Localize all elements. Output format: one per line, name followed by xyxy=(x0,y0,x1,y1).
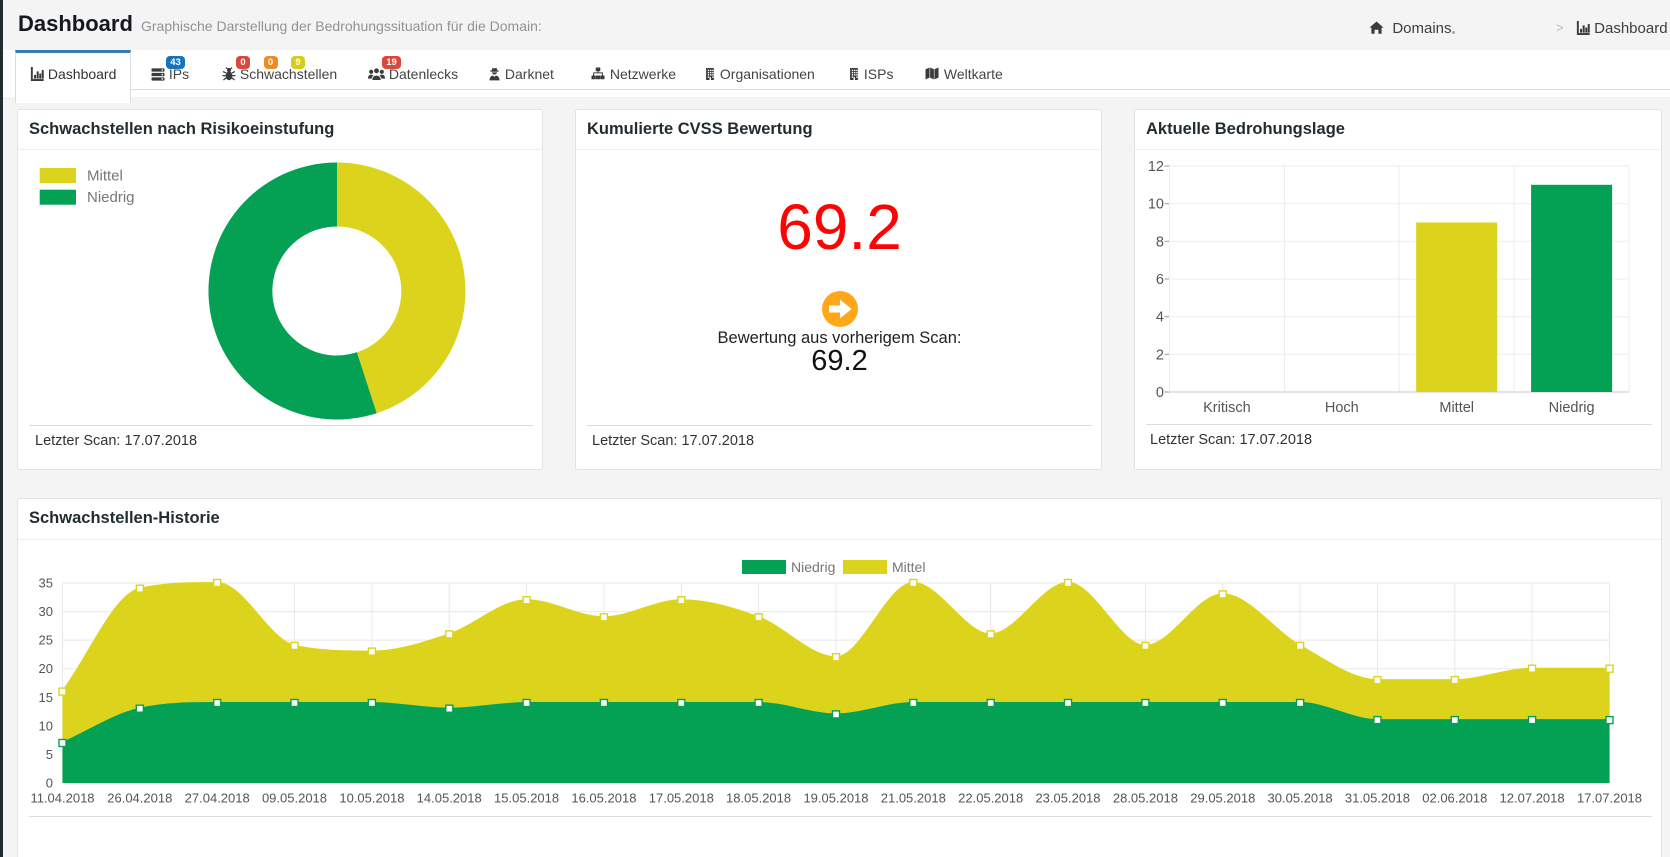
svg-text:Niedrig: Niedrig xyxy=(791,559,835,575)
svg-text:11.04.2018: 11.04.2018 xyxy=(30,791,94,806)
svg-text:12: 12 xyxy=(1148,159,1164,175)
svg-text:26.04.2018: 26.04.2018 xyxy=(107,791,172,806)
svg-text:10.05.2018: 10.05.2018 xyxy=(339,791,404,806)
svg-text:17.05.2018: 17.05.2018 xyxy=(649,791,714,806)
svg-text:Mittel: Mittel xyxy=(892,559,925,575)
svg-text:12.07.2018: 12.07.2018 xyxy=(1500,791,1565,806)
svg-text:Mittel: Mittel xyxy=(87,168,123,185)
svg-text:25: 25 xyxy=(39,633,53,648)
svg-text:35: 35 xyxy=(39,576,53,591)
svg-text:14.05.2018: 14.05.2018 xyxy=(417,791,482,806)
svg-text:20: 20 xyxy=(39,661,53,676)
svg-text:4: 4 xyxy=(1156,310,1164,326)
svg-text:18.05.2018: 18.05.2018 xyxy=(726,791,791,806)
svg-text:09.05.2018: 09.05.2018 xyxy=(262,791,327,806)
svg-text:2: 2 xyxy=(1156,347,1164,363)
svg-text:17.07.2018: 17.07.2018 xyxy=(1577,791,1642,806)
svg-text:5: 5 xyxy=(46,747,53,762)
svg-text:15.05.2018: 15.05.2018 xyxy=(494,791,559,806)
svg-text:15: 15 xyxy=(39,690,53,705)
svg-text:02.06.2018: 02.06.2018 xyxy=(1422,791,1487,806)
svg-text:Niedrig: Niedrig xyxy=(87,189,135,206)
svg-text:Niedrig: Niedrig xyxy=(1549,400,1595,416)
svg-text:Hoch: Hoch xyxy=(1325,400,1359,416)
svg-text:21.05.2018: 21.05.2018 xyxy=(881,791,946,806)
svg-text:31.05.2018: 31.05.2018 xyxy=(1345,791,1410,806)
svg-text:30.05.2018: 30.05.2018 xyxy=(1268,791,1333,806)
svg-text:30: 30 xyxy=(39,604,53,619)
svg-text:27.04.2018: 27.04.2018 xyxy=(185,791,250,806)
svg-text:6: 6 xyxy=(1156,272,1164,288)
svg-text:23.05.2018: 23.05.2018 xyxy=(1035,791,1100,806)
svg-text:10: 10 xyxy=(1148,197,1164,213)
svg-text:0: 0 xyxy=(1156,385,1164,401)
svg-text:Kritisch: Kritisch xyxy=(1203,400,1251,416)
svg-text:Mittel: Mittel xyxy=(1439,400,1474,416)
svg-text:16.05.2018: 16.05.2018 xyxy=(571,791,636,806)
svg-text:22.05.2018: 22.05.2018 xyxy=(958,791,1023,806)
svg-text:10: 10 xyxy=(39,718,53,733)
svg-text:0: 0 xyxy=(46,776,53,791)
svg-text:29.05.2018: 29.05.2018 xyxy=(1190,791,1255,806)
svg-text:28.05.2018: 28.05.2018 xyxy=(1113,791,1178,806)
svg-text:19.05.2018: 19.05.2018 xyxy=(803,791,868,806)
svg-text:8: 8 xyxy=(1156,234,1164,250)
